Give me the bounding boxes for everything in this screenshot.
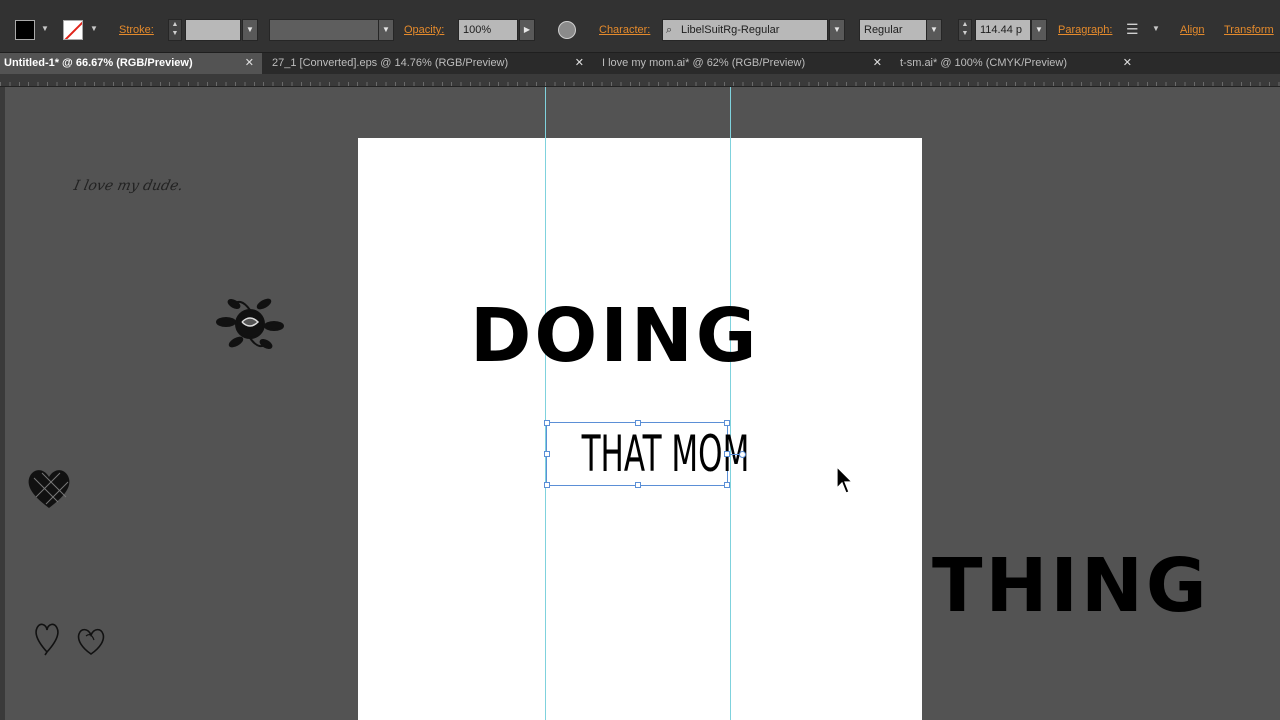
- small-heart-clipart-icon[interactable]: [32, 620, 62, 656]
- tab-untitled-1[interactable]: Untitled-1* @ 66.67% (RGB/Preview) ✕: [0, 53, 262, 74]
- font-family-field[interactable]: ⌕ LibelSuitRg-Regular: [662, 19, 828, 41]
- text-out-port[interactable]: [739, 451, 746, 458]
- paragraph-align-dropdown-icon[interactable]: ▼: [1152, 24, 1160, 46]
- text-out-port-line: [729, 454, 739, 455]
- handwritten-text[interactable]: I love my dude.: [72, 178, 184, 194]
- font-search-icon: ⌕: [666, 24, 673, 36]
- close-icon[interactable]: ✕: [245, 53, 254, 74]
- selection-handle[interactable]: [544, 451, 550, 457]
- rose-clipart-icon[interactable]: [214, 292, 286, 356]
- stroke-weight-dropdown[interactable]: ▼: [242, 19, 258, 41]
- variable-width-dropdown[interactable]: ▼: [378, 19, 394, 41]
- font-size-dropdown[interactable]: ▼: [1031, 19, 1047, 41]
- variable-width-profile[interactable]: [269, 19, 379, 41]
- tab-label: t-sm.ai* @ 100% (CMYK/Preview): [900, 57, 1068, 69]
- stroke-color-swatch[interactable]: [63, 20, 83, 40]
- control-bar: ▼ ▼ Stroke: ▲ ▼ ▼ ▼ Opacity: 100% ▶ Chara…: [0, 0, 1280, 53]
- heart-clipart-icon[interactable]: [24, 464, 74, 512]
- close-icon[interactable]: ✕: [1123, 53, 1132, 74]
- text-that-mom[interactable]: THAT MOM: [582, 425, 750, 483]
- stroke-dropdown-icon[interactable]: ▼: [90, 24, 98, 46]
- tab-27-1-converted[interactable]: 27_1 [Converted].eps @ 14.76% (RGB/Previ…: [268, 53, 592, 74]
- font-family-value: LibelSuitRg-Regular: [681, 24, 780, 36]
- tab-label: Untitled-1* @ 66.67% (RGB/Preview): [4, 57, 193, 69]
- font-style-field[interactable]: Regular: [859, 19, 927, 41]
- font-size-field[interactable]: 114.44 p: [975, 19, 1031, 41]
- recolor-artwork-icon[interactable]: [558, 21, 576, 39]
- fill-color-swatch[interactable]: [15, 20, 35, 40]
- document-tab-bar: Untitled-1* @ 66.67% (RGB/Preview) ✕ 27_…: [0, 53, 1280, 74]
- selection-handle[interactable]: [724, 482, 730, 488]
- tab-label: 27_1 [Converted].eps @ 14.76% (RGB/Previ…: [272, 57, 509, 69]
- font-size-stepper[interactable]: ▲ ▼: [958, 19, 972, 41]
- selection-handle[interactable]: [544, 420, 550, 426]
- tab-t-sm[interactable]: t-sm.ai* @ 100% (CMYK/Preview) ✕: [896, 53, 1140, 74]
- text-doing[interactable]: DOING: [470, 294, 760, 378]
- opacity-dropdown[interactable]: ▶: [519, 19, 535, 41]
- stroke-label[interactable]: Stroke:: [119, 24, 154, 46]
- selection-handle[interactable]: [544, 482, 550, 488]
- text-thing[interactable]: THING: [932, 544, 1210, 628]
- selected-text-frame[interactable]: THAT MOM: [544, 420, 750, 488]
- horizontal-ruler[interactable]: [0, 74, 1280, 87]
- small-heart-clipart-icon[interactable]: [74, 624, 108, 658]
- close-icon[interactable]: ✕: [575, 53, 584, 74]
- opacity-field[interactable]: 100%: [458, 19, 518, 41]
- font-style-dropdown[interactable]: ▼: [926, 19, 942, 41]
- paragraph-align-icon[interactable]: ☰: [1126, 21, 1139, 43]
- stroke-weight-stepper[interactable]: ▲ ▼: [168, 19, 182, 41]
- font-family-dropdown[interactable]: ▼: [829, 19, 845, 41]
- guide-line-left[interactable]: [545, 87, 546, 720]
- tab-label: I love my mom.ai* @ 62% (RGB/Preview): [602, 57, 806, 69]
- transform-label[interactable]: Transform: [1224, 24, 1274, 46]
- selection-handle[interactable]: [635, 420, 641, 426]
- selection-handle[interactable]: [724, 420, 730, 426]
- fill-dropdown-icon[interactable]: ▼: [41, 24, 49, 46]
- guide-line-right[interactable]: [730, 87, 731, 720]
- tab-i-love-my-mom[interactable]: I love my mom.ai* @ 62% (RGB/Preview) ✕: [598, 53, 890, 74]
- character-label[interactable]: Character:: [599, 24, 650, 46]
- mouse-cursor-icon: [836, 466, 854, 494]
- selection-handle[interactable]: [635, 482, 641, 488]
- opacity-label[interactable]: Opacity:: [404, 24, 444, 46]
- vertical-ruler[interactable]: [0, 87, 5, 720]
- paragraph-label[interactable]: Paragraph:: [1058, 24, 1112, 46]
- stroke-weight-field[interactable]: [185, 19, 241, 41]
- align-label[interactable]: Align: [1180, 24, 1204, 46]
- close-icon[interactable]: ✕: [873, 53, 882, 74]
